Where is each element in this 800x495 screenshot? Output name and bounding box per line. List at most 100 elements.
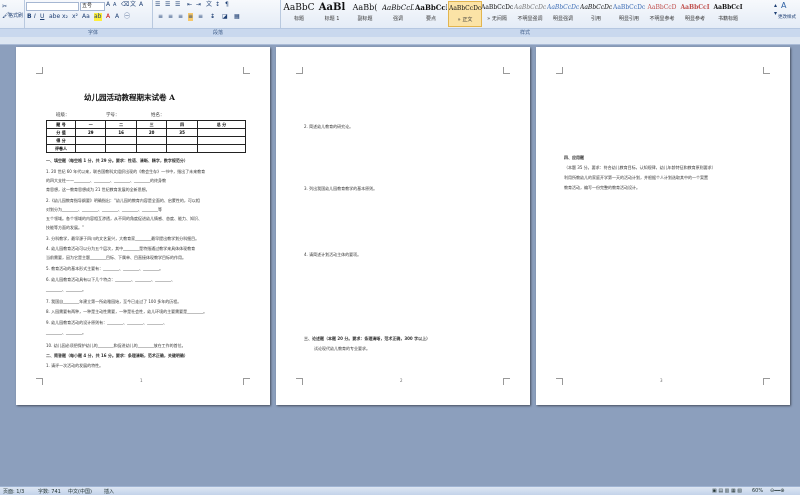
paragraph-line: 当前需要，因为它是主题________目标、下属单、目直接体现教学目标的作用。 (46, 255, 186, 260)
paragraph-line: 五个领域。各个领域的内容相互渗透，从不同的角度促进幼儿情感、态度、能力、知识、 (46, 216, 202, 221)
line-spacing-icon[interactable]: ↨ (210, 13, 215, 21)
gallery-scroll-down-icon[interactable]: ▾ (774, 10, 777, 18)
border-char-icon[interactable]: A (139, 1, 143, 9)
char-shading-icon[interactable]: A (115, 13, 119, 21)
decrease-indent-icon[interactable]: ⇤ (187, 1, 192, 9)
divider (152, 0, 153, 28)
crop-mark (296, 378, 303, 385)
style-subtle-emphasis[interactable]: AaBbCcDc 不明显强调 (514, 1, 546, 27)
gallery-scroll-up-icon[interactable]: ▴ (774, 2, 777, 10)
change-case-icon[interactable]: Aa (82, 13, 90, 21)
paragraph-line: 技能等方面的发展。” (46, 225, 85, 230)
distributed-icon[interactable]: ≡ (198, 13, 203, 21)
table-cell[interactable] (166, 136, 198, 145)
clear-format-icon[interactable]: ⌫ (121, 1, 129, 9)
crop-mark (243, 378, 250, 385)
paragraph-line: 教育活动，编写一份完整的教育活动设计。 (564, 185, 640, 190)
table-cell[interactable] (74, 136, 107, 145)
font-size-box[interactable]: 五号 (80, 2, 105, 11)
numbering-icon[interactable]: ☰ (165, 1, 170, 9)
horizontal-ruler[interactable] (0, 37, 800, 45)
class-label: 班级： (56, 113, 70, 118)
zoom-level[interactable]: 60% (752, 488, 763, 494)
justify-icon[interactable]: ≡ (188, 13, 194, 21)
superscript-icon[interactable]: x² (72, 13, 78, 21)
page-number: 1 (140, 378, 143, 383)
table-cell: 评卷人 (46, 144, 76, 153)
table-cell[interactable] (196, 144, 247, 153)
phonetic-icon[interactable]: 文 (130, 1, 136, 9)
font-color-icon[interactable]: A (106, 13, 110, 21)
style-subtitle[interactable]: AaBb(副标题 (349, 1, 381, 27)
highlight-icon[interactable]: ab (94, 13, 102, 21)
view-buttons[interactable]: ▣ ▤ ▥ ▦ ▧ (712, 488, 742, 494)
borders-icon[interactable]: ▦ (234, 13, 240, 21)
subscript-icon[interactable]: x₂ (62, 13, 68, 21)
shrink-font-icon[interactable]: A (113, 1, 116, 9)
style-emphasis[interactable]: AaBbCcD 强调 (382, 1, 414, 27)
font-name-box[interactable] (26, 2, 79, 11)
paragraph-line: 利用所教幼儿的家庭开学第一天的活动计划，并根据个人计划选取其中的一个案置 (564, 175, 708, 180)
align-right-icon[interactable]: ≡ (178, 13, 183, 21)
table-cell[interactable] (105, 136, 137, 145)
style-normal[interactable]: AaBbCcDc» 正文 (448, 1, 482, 27)
bullets-icon[interactable]: ☰ (155, 1, 160, 9)
zoom-slider[interactable]: ⊖━━⊕ (770, 488, 784, 494)
table-cell (196, 128, 247, 137)
enclose-char-icon[interactable]: ㊀ (124, 13, 130, 21)
crop-mark (36, 378, 43, 385)
ribbon: ✂ 🖌 格式刷 五号 A A ⌫ 文 A B I U abe x₂ x² Aa … (0, 0, 800, 38)
bold-icon[interactable]: B (27, 13, 32, 21)
style-strong[interactable]: AaBbCcD要点 (415, 1, 447, 27)
table-row: 评卷人 (46, 144, 247, 153)
table-cell[interactable] (135, 144, 168, 153)
table-cell[interactable] (74, 144, 107, 153)
style-intense-quote[interactable]: AaBbCcDc 明显引用 (613, 1, 645, 27)
table-cell[interactable] (196, 136, 247, 145)
group-label-styles: 样式 (520, 30, 531, 36)
align-left-icon[interactable]: ≡ (158, 13, 163, 21)
style-title[interactable]: AaBbC 标题 (283, 1, 315, 27)
style-book-title[interactable]: AaBbCcI 书籍标题 (712, 1, 744, 27)
change-styles-icon[interactable]: A (781, 2, 786, 10)
style-no-spacing[interactable]: AaBbCcDc» 无间隔 (481, 1, 513, 27)
style-subtle-reference[interactable]: AaBbCcD 不明显参考 (646, 1, 678, 27)
increase-indent-icon[interactable]: ⇥ (196, 1, 201, 9)
table-row: 题 号 一 二 三 四 总 分 (46, 120, 247, 129)
style-heading1[interactable]: AaBl 标题 1 (316, 1, 348, 27)
show-marks-icon[interactable]: ¶ (225, 1, 229, 9)
format-painter-label[interactable]: 格式刷 (8, 12, 23, 20)
styles-gallery: AaBbC 标题 AaBl 标题 1 AaBb(副标题 AaBbCcD 强调 AaBb… (283, 1, 773, 27)
paragraph-line: ________、________。 (46, 287, 86, 292)
style-intense-reference[interactable]: AaBbCcI 明显参考 (679, 1, 711, 27)
table-cell[interactable] (105, 144, 137, 153)
table-cell[interactable] (135, 136, 168, 145)
multilevel-list-icon[interactable]: ☰ (175, 1, 180, 9)
shading-icon[interactable]: ◪ (222, 13, 228, 21)
grow-font-icon[interactable]: A (106, 1, 110, 9)
paragraph-line: 的四大支柱——________、________、________、______… (46, 178, 166, 183)
italic-icon[interactable]: I (34, 13, 36, 21)
page-number: 2 (400, 378, 403, 383)
page-2[interactable]: 2. 简述幼儿教育的研究论。 3. 列出我国幼儿园教育教学的基本原则。 4. 请… (276, 47, 530, 405)
sort-icon[interactable]: ↕ (215, 1, 220, 9)
cut-icon[interactable]: ✂ (2, 3, 7, 11)
strikethrough-icon[interactable]: abe (49, 13, 60, 21)
page-3[interactable]: 四、应用题 （本题 35 分。要求：符合幼儿教育目标，认知规律，幼儿年龄特征和教… (536, 47, 790, 405)
crop-mark (556, 378, 563, 385)
table-row: 分 值 29 16 20 35 (46, 128, 247, 137)
paragraph-line: 9. 幼儿园教育活动的设计原则有：________、________、_____… (46, 320, 168, 325)
crop-mark (36, 67, 43, 74)
chinese-layout-icon[interactable]: 文 (206, 1, 212, 9)
paragraph-line: 育思想，这一教育思想成为 21 世纪教育发展的全新思想。 (46, 187, 150, 192)
exam-title: 幼儿园活动教程期末试卷 A (84, 93, 175, 102)
style-intense-emphasis[interactable]: AaBbCcDc 明显强调 (547, 1, 579, 27)
paragraph-line: 3. 列出我国幼儿园教育教学的基本原则。 (304, 186, 378, 191)
underline-icon[interactable]: U (40, 13, 44, 21)
change-styles-label[interactable]: 更改样式 (778, 14, 796, 22)
name-label: 姓名： (151, 113, 165, 118)
style-quote[interactable]: AaBbCcDc 引用 (580, 1, 612, 27)
page-1[interactable]: 幼儿园活动教程期末试卷 A 班级： 学号： 姓名： 题 号 一 二 三 四 总 … (16, 47, 270, 405)
table-cell[interactable] (166, 144, 198, 153)
align-center-icon[interactable]: ≡ (168, 13, 173, 21)
